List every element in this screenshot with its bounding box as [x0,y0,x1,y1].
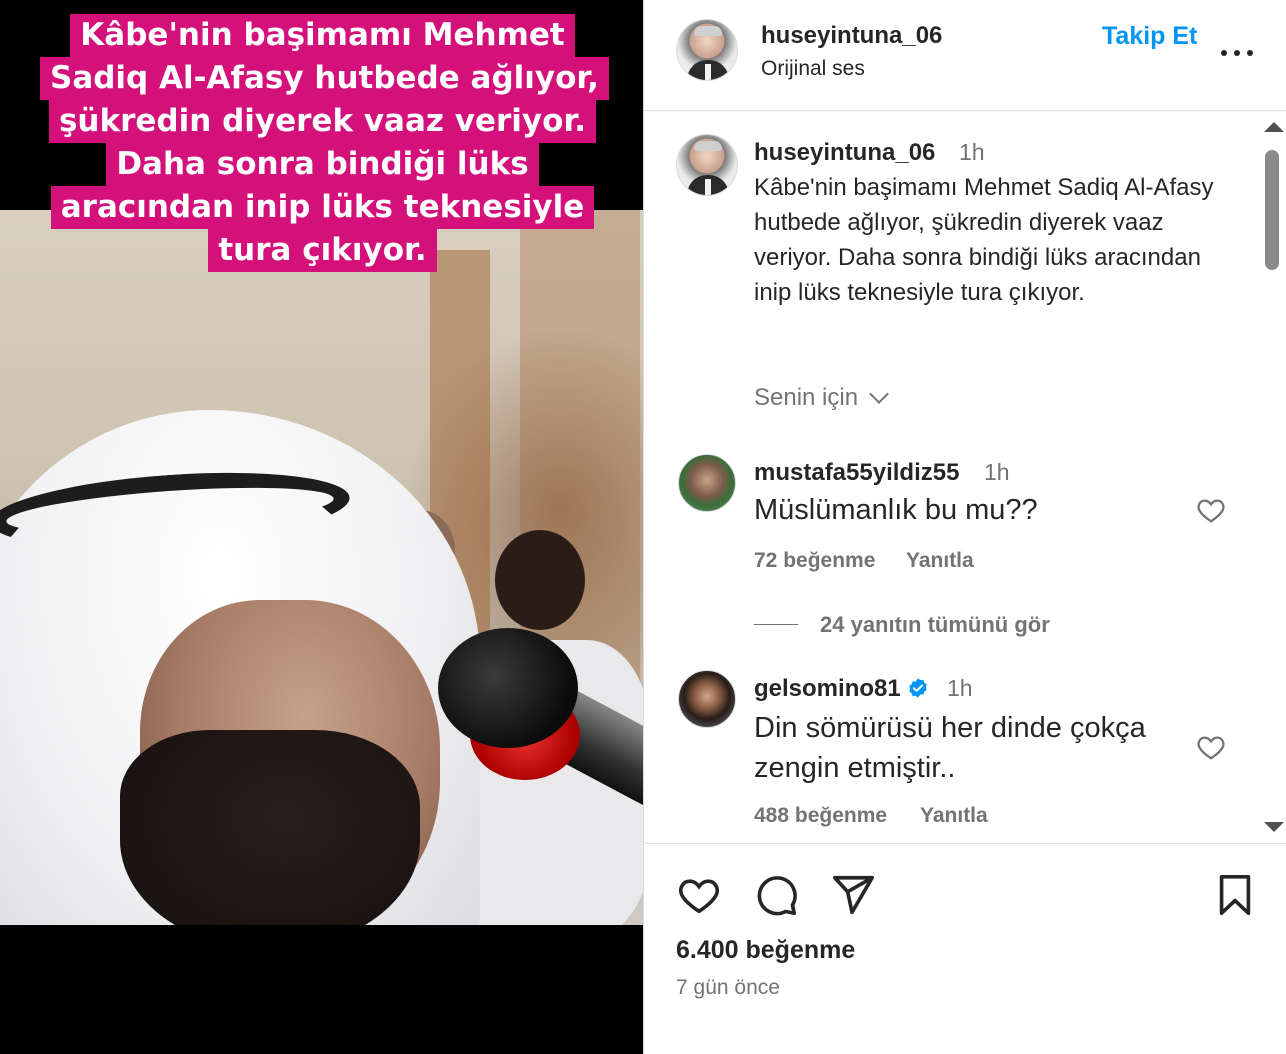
overlay-caption-line: aracından inip lüks teknesiyle [50,186,595,229]
reply-button[interactable]: Yanıtla [920,804,988,828]
overlay-caption-line: tura çıkıyor. [208,229,437,272]
comments-list[interactable]: huseyintuna_06 1h Kâbe'nin başimamı Mehm… [644,112,1286,842]
verified-badge-icon [909,678,927,698]
caption-username[interactable]: huseyintuna_06 [754,139,935,167]
more-horizontal-icon[interactable] [1219,22,1255,58]
reply-button[interactable]: Yanıtla [906,549,974,573]
author-avatar[interactable] [676,19,738,81]
post-actions: 6.400 beğenme 7 gün önce [644,843,1286,1054]
avatar-hair [694,26,722,36]
post-timestamp[interactable]: 7 gün önce [676,976,780,1000]
overlay-caption-line: Daha sonra bindiği lüks [106,143,539,186]
caption-text: Kâbe'nin başimamı Mehmet Sadiq Al-Afasy … [754,174,1214,306]
commenter-avatar[interactable] [678,454,736,512]
comment-filter-dropdown[interactable]: Senin için [754,384,889,412]
microphone [438,628,578,748]
bookmark-icon[interactable] [1212,872,1258,918]
comment-text: Müslümanlık bu mu?? [754,494,1038,526]
beard [120,730,420,925]
comment-text: Din sömürüsü her dinde çokça zengin etmi… [754,712,1146,784]
likes-count[interactable]: 6.400 beğenme [676,936,855,965]
scroll-down-arrow-icon[interactable] [1264,822,1284,832]
background-person [495,530,585,630]
share-icon[interactable] [830,872,876,918]
heart-icon[interactable] [1195,732,1227,762]
comment-likes[interactable]: 72 beğenme [754,549,875,573]
overlay-caption-line: Kâbe'nin başimamı Mehmet [70,14,575,57]
chevron-down-icon [869,384,889,404]
comment-time[interactable]: 1h [947,675,973,702]
caption-time[interactable]: 1h [959,139,985,166]
post-header: huseyintuna_06 Orijinal ses Takip Et [644,0,1286,111]
overlay-caption-line: şükredin diyerek vaaz veriyor. [48,100,597,143]
author-avatar[interactable] [676,134,738,196]
comment-username-row: gelsomino81 [754,675,929,703]
video-frame[interactable] [0,210,643,925]
author-username[interactable]: huseyintuna_06 [761,22,942,50]
replies-divider [754,624,798,625]
scroll-up-arrow-icon[interactable] [1264,122,1284,132]
comments-scrollbar[interactable] [1260,118,1284,838]
comment-filter-label: Senin için [754,384,859,411]
comment-username[interactable]: gelsomino81 [754,675,901,702]
view-replies-button[interactable]: 24 yanıtın tümünü gör [820,612,1050,638]
comment-time[interactable]: 1h [984,459,1010,486]
avatar-hair [694,141,722,151]
heart-icon[interactable] [1195,495,1227,525]
commenter-avatar[interactable] [678,670,736,728]
avatar-tie [705,179,711,195]
post-details-panel: huseyintuna_06 Orijinal ses Takip Et hus… [643,0,1286,1054]
comment-likes[interactable]: 488 beğenme [754,804,887,828]
heart-icon[interactable] [676,872,722,918]
post-media[interactable]: Kâbe'nin başimamı Mehmet Sadiq Al-Afasy … [0,0,643,1054]
comment-username[interactable]: mustafa55yildiz55 [754,459,959,487]
comment-icon[interactable] [753,872,799,918]
audio-link[interactable]: Orijinal ses [761,57,865,81]
overlay-caption-line: Sadiq Al-Afasy hutbede ağlıyor, [40,57,609,100]
scrollbar-thumb[interactable] [1265,150,1279,270]
video-caption-overlay: Kâbe'nin başimamı Mehmet Sadiq Al-Afasy … [40,14,609,272]
follow-button[interactable]: Takip Et [1102,22,1197,51]
avatar-tie [705,64,711,80]
